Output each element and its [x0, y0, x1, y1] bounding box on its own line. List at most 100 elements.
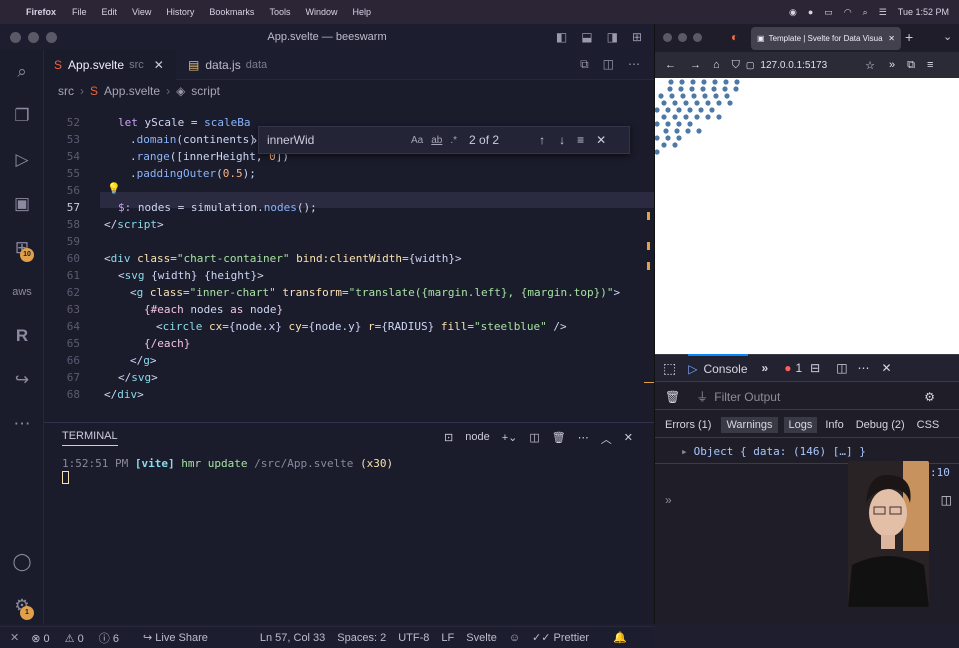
tab-app-svelte[interactable]: S App.svelte src ✕ — [44, 50, 176, 80]
explorer-icon[interactable]: ❐ — [10, 104, 34, 128]
r-language-icon[interactable]: R — [10, 324, 34, 348]
close-tab-icon[interactable]: ✕ — [888, 34, 895, 43]
split-editor-icon[interactable]: ◫ — [603, 57, 614, 72]
log-entry[interactable]: Object { data: (146) […] } — [694, 445, 866, 458]
aws-icon[interactable]: aws — [10, 280, 34, 304]
level-info[interactable]: Info — [825, 419, 843, 431]
more-actions-icon[interactable]: ⋯ — [628, 57, 640, 72]
breadcrumb-file[interactable]: App.svelte — [104, 84, 160, 98]
level-warnings[interactable]: Warnings — [721, 416, 778, 433]
regex-toggle[interactable]: .* — [450, 135, 457, 146]
wifi-icon[interactable]: ◠ — [844, 7, 852, 18]
menu-history[interactable]: History — [166, 7, 194, 17]
control-center-icon[interactable]: ☰ — [879, 7, 887, 18]
whole-word-toggle[interactable]: ab — [431, 135, 442, 146]
forward-icon[interactable]: → — [690, 59, 701, 71]
zoom-window-button[interactable] — [46, 32, 57, 43]
firefox-view-icon[interactable]: ◐ — [731, 30, 738, 44]
settings-gear-icon[interactable]: ⚙ 1 — [10, 594, 34, 620]
close-panel-icon[interactable]: ✕ — [624, 431, 633, 447]
clear-console-icon[interactable]: 🗑 — [665, 390, 680, 404]
error-icon[interactable]: ● — [784, 361, 791, 375]
split-terminal-icon[interactable]: ◫ — [529, 431, 539, 447]
run-debug-icon[interactable]: ▷ — [10, 148, 34, 172]
open-preview-icon[interactable]: ⧉ — [580, 57, 589, 72]
record-icon[interactable]: ● — [808, 7, 813, 17]
copilot-icon[interactable]: ☺ — [509, 632, 520, 644]
search-icon[interactable]: ⌕ — [10, 60, 34, 84]
extensions-icon[interactable]: ⊞ 10 — [10, 236, 34, 262]
lightbulb-icon[interactable]: 💡 — [107, 182, 121, 195]
prettier-button[interactable]: ✓✓ Prettier — [532, 631, 601, 644]
close-find-icon[interactable]: ✕ — [596, 133, 606, 147]
language-mode[interactable]: Svelte — [466, 632, 497, 644]
tab-data-js[interactable]: ▤ data.js data — [178, 50, 288, 80]
page-content[interactable] — [655, 78, 959, 378]
menubar-clock[interactable]: Tue 1:52 PM — [898, 7, 949, 17]
error-count[interactable]: 1 — [795, 361, 802, 375]
minimap-scroll[interactable] — [644, 212, 656, 383]
close-window-button[interactable] — [663, 33, 672, 42]
minimize-window-button[interactable] — [28, 32, 39, 43]
home-icon[interactable]: ⌂ — [713, 59, 720, 71]
find-in-selection-icon[interactable]: ≡ — [577, 133, 584, 147]
search-icon[interactable]: ⌕ — [863, 7, 868, 18]
expand-arrow-icon[interactable]: ▸ — [681, 445, 688, 458]
tab-terminal[interactable]: TERMINAL — [62, 430, 118, 446]
menu-help[interactable]: Help — [352, 7, 371, 17]
cursor-position[interactable]: Ln 57, Col 33 — [260, 632, 325, 644]
next-match-icon[interactable]: ↓ — [559, 133, 565, 147]
find-input[interactable]: innerWid — [267, 133, 407, 147]
list-tabs-icon[interactable]: ⌄ — [943, 30, 952, 43]
level-debug[interactable]: Debug (2) — [856, 419, 905, 431]
menu-file[interactable]: File — [72, 7, 87, 17]
close-tab-icon[interactable]: ✕ — [154, 58, 164, 72]
toggle-replace-icon[interactable]: › — [253, 133, 257, 147]
toggle-secondary-sidebar-icon[interactable]: ◨ — [607, 24, 618, 50]
pick-element-icon[interactable]: ⬚ — [663, 360, 676, 377]
breadcrumb-symbol[interactable]: script — [191, 84, 220, 98]
terminal-output[interactable]: 1:52:51 PM [vite] hmr update /src/App.sv… — [62, 457, 393, 470]
end-of-line[interactable]: LF — [441, 632, 454, 644]
breadcrumb-folder[interactable]: src — [58, 84, 74, 98]
back-icon[interactable]: ← — [665, 59, 676, 71]
kill-terminal-icon[interactable]: 🗑 — [552, 431, 566, 447]
menubar-app-name[interactable]: Firefox — [26, 7, 56, 17]
notifications-icon[interactable]: 🔔 — [613, 631, 627, 644]
editor-mode-icon[interactable]: ◫ — [941, 493, 952, 507]
log-source[interactable]: :10 — [930, 466, 950, 479]
menu-tools[interactable]: Tools — [269, 7, 290, 17]
extensions-icon[interactable]: ⧉ — [907, 59, 915, 72]
level-errors[interactable]: Errors (1) — [665, 419, 711, 431]
filter-output-input[interactable]: Filter Output — [714, 390, 894, 404]
url-bar[interactable]: 127.0.0.1:5173 — [760, 60, 827, 71]
devtools-menu-icon[interactable]: ⋯ — [858, 361, 870, 375]
problems-indicator[interactable]: ⊗ 0 ⚠ 0 ⓘ 6 — [31, 630, 131, 646]
shield-icon[interactable]: ⛉ — [732, 59, 740, 72]
menu-view[interactable]: View — [132, 7, 151, 17]
battery-icon[interactable]: ▭ — [824, 7, 833, 18]
more-icon[interactable]: ⋯ — [10, 412, 34, 436]
account-icon[interactable]: ◯ — [10, 550, 34, 574]
toggle-panel-icon[interactable]: ⬓ — [581, 24, 592, 50]
toggle-sidebar-icon[interactable]: ◧ — [556, 24, 567, 50]
close-devtools-icon[interactable]: ✕ — [882, 361, 892, 375]
split-console-icon[interactable]: ⊟ — [810, 361, 820, 375]
maximize-panel-icon[interactable]: ︿ — [601, 431, 612, 447]
remote-icon[interactable]: ✕ — [10, 631, 19, 644]
menu-edit[interactable]: Edit — [102, 7, 118, 17]
new-terminal-icon[interactable]: +⌄ — [502, 431, 518, 447]
minimize-window-button[interactable] — [678, 33, 687, 42]
menu-window[interactable]: Window — [305, 7, 337, 17]
terminal-shell-name[interactable]: node — [465, 431, 489, 447]
match-case-toggle[interactable]: Aa — [411, 135, 423, 146]
level-css[interactable]: CSS — [917, 419, 940, 431]
customize-layout-icon[interactable]: ⊞ — [632, 24, 642, 50]
new-tab-icon[interactable]: + — [905, 29, 913, 45]
zoom-window-button[interactable] — [693, 33, 702, 42]
live-share-button[interactable]: ↪ Live Share — [143, 631, 220, 644]
indentation[interactable]: Spaces: 2 — [337, 632, 386, 644]
browser-tab[interactable]: ▣ Template | Svelte for Data Visua ✕ — [751, 27, 901, 50]
dock-icon[interactable]: ◫ — [836, 361, 847, 375]
console-settings-icon[interactable]: ⚙ — [924, 390, 935, 404]
